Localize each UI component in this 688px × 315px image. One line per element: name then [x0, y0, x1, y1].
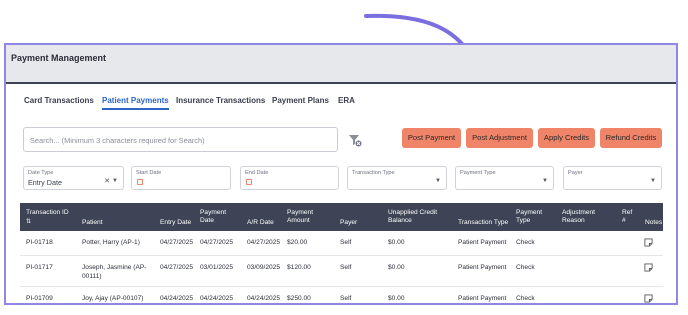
end-date-field[interactable]: End Date	[240, 166, 339, 190]
notes-icon[interactable]	[644, 263, 653, 272]
cell-payment-amount: $250.00	[287, 295, 311, 302]
col-payment-amount[interactable]: Payment Amount	[287, 209, 323, 225]
table-row[interactable]: PI-01718 Potter, Harry (AP-1) 04/27/2025…	[20, 231, 663, 256]
cell-payment-amount: $20.00	[287, 239, 308, 246]
clear-icon[interactable]: ✕	[104, 177, 110, 185]
date-type-label: Date Type	[28, 170, 54, 176]
payer-label: Payer	[568, 170, 583, 176]
search-placeholder: Search... (Minimum 3 characters required…	[30, 136, 205, 145]
cell-ar-date: 04/24/2025	[247, 295, 281, 302]
col-patient[interactable]: Patient	[82, 219, 103, 227]
table-header: Transaction ID ⇅ Patient Entry Date Paym…	[20, 203, 663, 231]
calendar-icon[interactable]	[246, 179, 252, 185]
tab-patient-payments[interactable]: Patient Payments	[102, 96, 169, 110]
payer-select[interactable]: Payer ▼	[563, 166, 662, 190]
payment-type-label: Payment Type	[460, 170, 496, 176]
col-payment-date[interactable]: Payment Date	[200, 209, 236, 225]
cell-payer: Self	[340, 239, 352, 246]
panel-content: Card Transactions Patient Payments Insur…	[6, 84, 676, 303]
transaction-type-label: Transaction Type	[352, 170, 395, 176]
chevron-down-icon: ▼	[435, 178, 441, 184]
tab-card-transactions[interactable]: Card Transactions	[24, 96, 94, 105]
col-ar-date[interactable]: A/R Date	[247, 219, 274, 227]
cell-transaction-id[interactable]: PI-01709	[26, 294, 53, 303]
chevron-down-icon: ▼	[650, 178, 656, 184]
cell-payment-date: 03/01/2025	[200, 264, 234, 271]
refund-credits-button[interactable]: Refund Credits	[600, 128, 662, 148]
cell-patient[interactable]: Joseph, Jasmine (AP-00111)	[82, 263, 156, 281]
notes-icon[interactable]	[644, 294, 653, 303]
cell-ar-date: 03/09/2025	[247, 264, 281, 271]
transaction-type-select[interactable]: Transaction Type ▼	[347, 166, 447, 190]
col-payer[interactable]: Payer	[340, 219, 357, 227]
post-payment-button[interactable]: Post Payment	[402, 128, 461, 148]
col-entry-date[interactable]: Entry Date	[160, 219, 191, 227]
payment-management-panel: Payment Management Card Transactions Pat…	[4, 43, 678, 305]
start-date-field[interactable]: Start Date	[131, 166, 231, 190]
end-date-label: End Date	[245, 170, 269, 176]
cell-entry-date: 04/27/2025	[160, 264, 194, 271]
date-type-select[interactable]: Date Type Entry Date ✕ ▼	[23, 166, 124, 190]
cell-unapplied: $0.00	[388, 295, 405, 302]
tab-payment-plans[interactable]: Payment Plans	[272, 96, 329, 105]
col-unapplied-credit[interactable]: Unapplied Credit Balance	[388, 209, 460, 225]
col-payment-type[interactable]: Payment Type	[516, 209, 552, 225]
sort-icon[interactable]: ⇅	[26, 218, 31, 226]
cell-entry-date: 04/27/2025	[160, 239, 194, 246]
table-row[interactable]: PI-01709 Joy, Ajay (AP-00107) 04/24/2025…	[20, 287, 663, 303]
cell-transaction-id[interactable]: PI-01717	[26, 263, 53, 272]
tab-insurance-transactions[interactable]: Insurance Transactions	[176, 96, 265, 105]
cell-payment-type: Check	[516, 264, 535, 271]
apply-credits-button[interactable]: Apply Credits	[538, 128, 595, 148]
start-date-label: Start Date	[136, 170, 162, 176]
cell-payer: Self	[340, 264, 352, 271]
notes-icon[interactable]	[644, 238, 653, 247]
cell-payment-date: 04/24/2025	[200, 295, 234, 302]
calendar-icon[interactable]	[137, 179, 143, 185]
cell-ar-date: 04/27/2025	[247, 239, 281, 246]
chevron-down-icon: ▼	[112, 178, 118, 184]
col-notes[interactable]: Notes	[645, 219, 662, 227]
table-row[interactable]: PI-01717 Joseph, Jasmine (AP-00111) 04/2…	[20, 256, 663, 287]
col-ref[interactable]: Ref #	[622, 209, 632, 225]
date-type-value: Entry Date	[28, 178, 62, 187]
cell-transaction-type: Patient Payment	[458, 239, 507, 246]
payment-type-select[interactable]: Payment Type ▼	[455, 166, 554, 190]
page-title: Payment Management	[11, 53, 107, 63]
cell-unapplied: $0.00	[388, 239, 405, 246]
cell-transaction-type: Patient Payment	[458, 295, 507, 302]
filter-clear-icon[interactable]	[348, 133, 362, 147]
cell-payment-date: 04/27/2025	[200, 239, 234, 246]
cell-patient[interactable]: Joy, Ajay (AP-00107)	[82, 294, 160, 303]
tab-era[interactable]: ERA	[338, 96, 355, 105]
cell-patient[interactable]: Potter, Harry (AP-1)	[82, 238, 156, 247]
cell-transaction-type: Patient Payment	[458, 264, 507, 271]
search-input[interactable]: Search... (Minimum 3 characters required…	[23, 127, 338, 152]
col-transaction-type[interactable]: Transaction Type	[458, 219, 508, 227]
post-adjustment-button[interactable]: Post Adjustment	[466, 128, 533, 148]
chevron-down-icon: ▼	[542, 178, 548, 184]
cell-entry-date: 04/24/2025	[160, 295, 194, 302]
cell-unapplied: $0.00	[388, 264, 405, 271]
table-body: PI-01718 Potter, Harry (AP-1) 04/27/2025…	[20, 231, 663, 303]
cell-payment-amount: $120.00	[287, 264, 311, 271]
panel-header: Payment Management	[6, 45, 676, 82]
cell-transaction-id[interactable]: PI-01718	[26, 238, 53, 247]
col-adjustment-reason[interactable]: Adjustment Reason	[562, 209, 606, 225]
cell-payment-type: Check	[516, 295, 535, 302]
cell-payer: Self	[340, 295, 352, 302]
cell-payment-type: Check	[516, 239, 535, 246]
col-transaction-id[interactable]: Transaction ID	[26, 209, 69, 217]
